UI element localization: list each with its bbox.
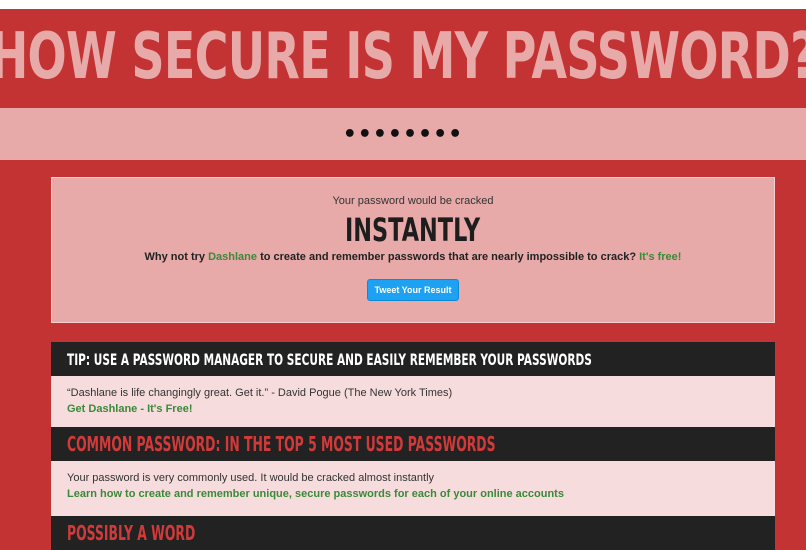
common-password-body: Your password is very commonly used. It …	[51, 461, 775, 516]
free-link[interactable]: It's free!	[639, 251, 681, 263]
pitch-pre: Why not try	[144, 251, 209, 263]
tip-quote: “Dashlane is life changingly great. Get …	[67, 387, 453, 399]
possibly-word-heading-text: POSSIBLY A WORD	[67, 521, 196, 545]
crack-time: INSTANTLY	[345, 211, 481, 249]
get-dashlane-link[interactable]: Get Dashlane - It's Free!	[67, 401, 759, 417]
result-panel: Your password would be cracked INSTANTLY…	[51, 177, 775, 323]
tip-heading: TIP: USE A PASSWORD MANAGER TO SECURE AN…	[51, 342, 775, 376]
page-title: HOW SECURE IS MY PASSWORD?	[0, 19, 806, 94]
password-input[interactable]	[151, 120, 655, 148]
common-password-heading-text: COMMON PASSWORD: IN THE TOP 5 MOST USED …	[67, 432, 496, 456]
common-password-text: Your password is very commonly used. It …	[67, 472, 435, 484]
common-password-heading: COMMON PASSWORD: IN THE TOP 5 MOST USED …	[51, 427, 775, 461]
pitch-mid: to create and remember passwords that ar…	[257, 251, 640, 263]
result-intro: Your password would be cracked	[332, 195, 494, 207]
tip-heading-text: TIP: USE A PASSWORD MANAGER TO SECURE AN…	[67, 349, 592, 369]
header: HOW SECURE IS MY PASSWORD?	[0, 0, 806, 108]
password-bar	[0, 108, 806, 160]
dashlane-link[interactable]: Dashlane	[208, 251, 257, 263]
possibly-word-heading: POSSIBLY A WORD	[51, 516, 775, 550]
dashlane-pitch: Why not try Dashlane to create and remem…	[52, 251, 774, 263]
tip-body: “Dashlane is life changingly great. Get …	[51, 376, 775, 427]
tweet-result-button[interactable]: Tweet Your Result	[367, 279, 459, 301]
learn-more-link[interactable]: Learn how to create and remember unique,…	[67, 486, 759, 502]
